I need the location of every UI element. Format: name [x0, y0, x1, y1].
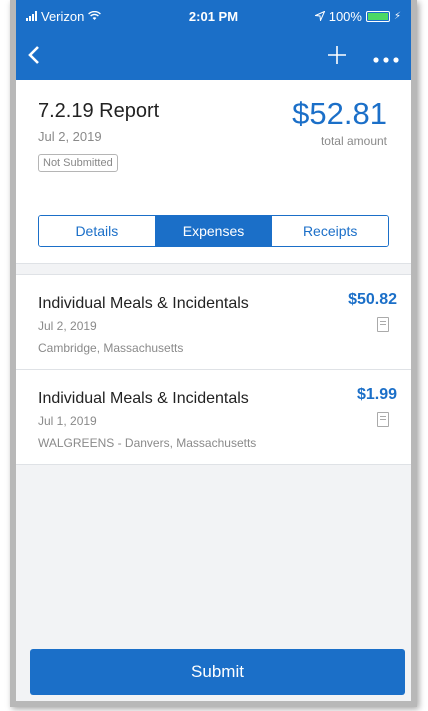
- expense-location: WALGREENS - Danvers, Massachusetts: [38, 436, 257, 450]
- report-title: 7.2.19 Report: [38, 100, 160, 122]
- tab-expenses[interactable]: Expenses: [154, 216, 272, 246]
- submit-button[interactable]: Submit: [30, 649, 405, 695]
- nav-bar: [16, 32, 411, 80]
- more-icon[interactable]: [373, 45, 399, 67]
- expense-list: Individual Meals & Incidentals Jul 2, 20…: [16, 274, 411, 465]
- signal-icon: [26, 11, 37, 21]
- expense-name: Individual Meals & Incidentals: [38, 295, 249, 312]
- report-header: 7.2.19 Report Jul 2, 2019 Not Submitted …: [16, 80, 411, 264]
- wifi-icon: [88, 9, 102, 24]
- tab-receipts[interactable]: Receipts: [271, 216, 388, 246]
- expense-date: Jul 2, 2019: [38, 319, 97, 333]
- total-amount-label: total amount: [320, 134, 387, 148]
- add-icon[interactable]: [327, 41, 347, 71]
- expense-amount: $50.82: [348, 291, 397, 308]
- segmented-tabs: Details Expenses Receipts: [38, 215, 389, 247]
- expense-amount: $1.99: [356, 386, 397, 403]
- battery-percent: 100%: [328, 8, 362, 24]
- status-badge: Not Submitted: [38, 154, 118, 172]
- expense-row[interactable]: Individual Meals & Incidentals Jul 1, 20…: [16, 370, 411, 465]
- phone-screen: Verizon 2:01 PM 100% ⚡ 7.2.19 Report Jul…: [10, 0, 417, 707]
- receipt-icon: [377, 317, 389, 332]
- carrier: Verizon: [41, 8, 85, 24]
- expense-row[interactable]: Individual Meals & Incidentals Jul 2, 20…: [16, 275, 411, 370]
- status-bar: Verizon 2:01 PM 100% ⚡: [16, 0, 411, 32]
- tab-details[interactable]: Details: [39, 216, 155, 246]
- receipt-icon: [377, 412, 389, 427]
- charging-icon: ⚡: [393, 10, 401, 22]
- expense-location: Cambridge, Massachusetts: [38, 341, 184, 355]
- location-arrow-icon: [313, 9, 326, 24]
- back-icon[interactable]: [28, 41, 40, 71]
- expense-date: Jul 1, 2019: [38, 414, 97, 428]
- total-amount: $52.81: [292, 96, 387, 131]
- expense-name: Individual Meals & Incidentals: [38, 390, 249, 407]
- battery-icon: [365, 10, 390, 22]
- top-bar: Verizon 2:01 PM 100% ⚡: [16, 0, 411, 80]
- report-date: Jul 2, 2019: [38, 129, 102, 144]
